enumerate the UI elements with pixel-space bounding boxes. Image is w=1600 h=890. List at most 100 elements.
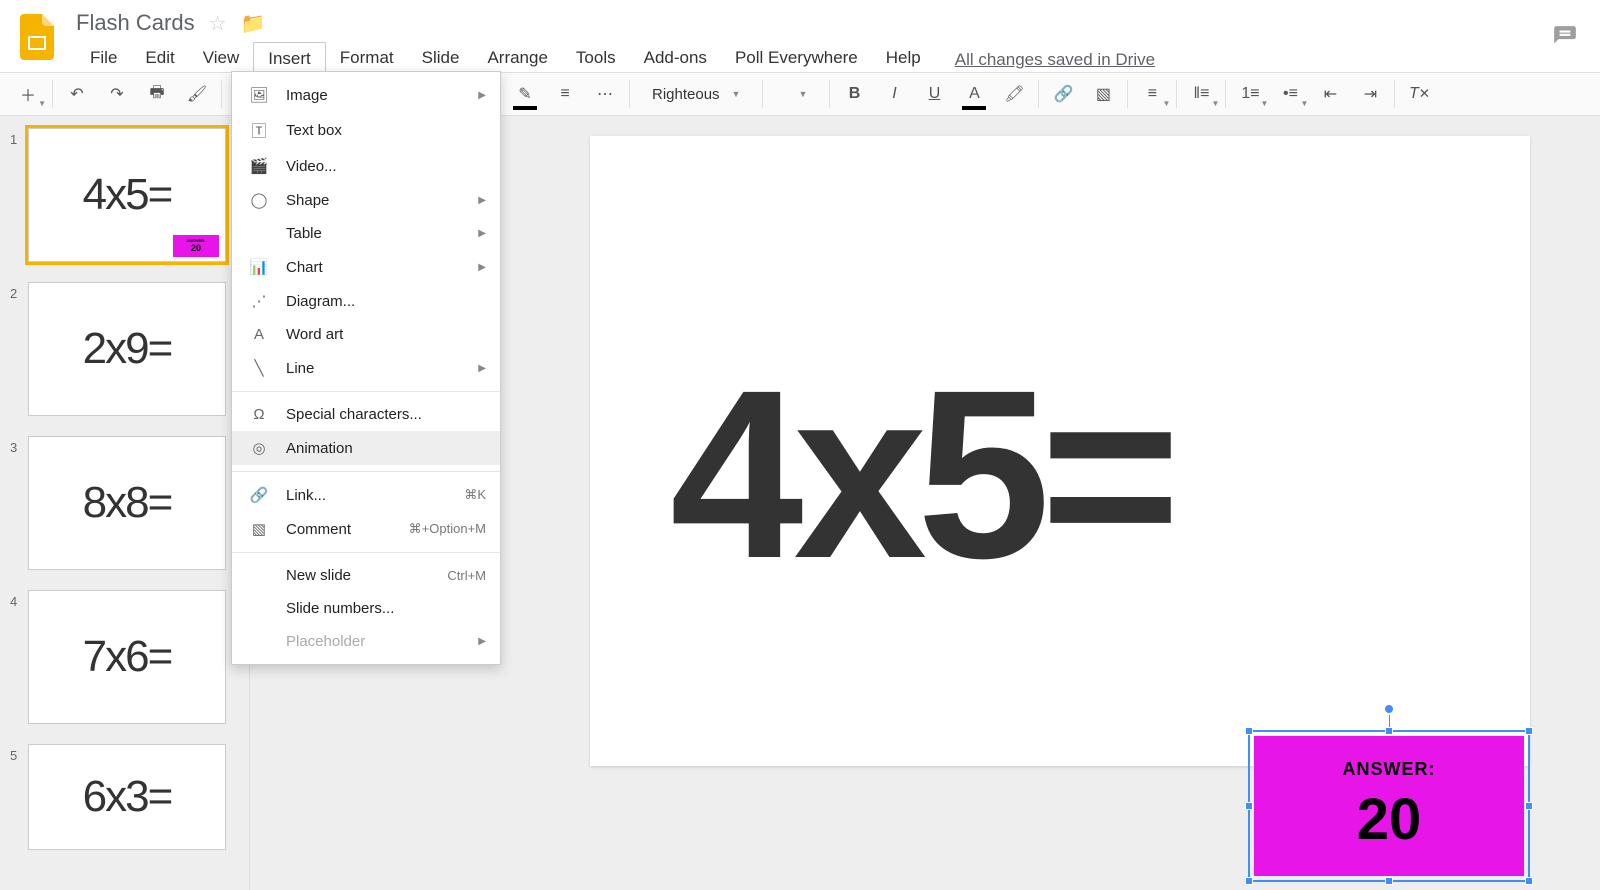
submenu-caret-icon: ▶ [478,228,486,239]
thumb-row[interactable]: 3 8x8= [0,424,249,578]
menu-item-label: Diagram... [286,293,355,310]
video-icon: 🎬 [248,157,270,175]
resize-handle[interactable] [1525,802,1533,810]
align-button[interactable]: ≡ [1132,74,1172,114]
menu-tools[interactable]: Tools [562,42,630,76]
separator [629,80,630,108]
thumb-equation: 2x9= [83,324,172,374]
menu-item-link[interactable]: 🔗Link...⌘K [232,478,500,512]
resize-handle[interactable] [1525,727,1533,735]
save-status[interactable]: All changes saved in Drive [955,50,1155,76]
redo-button[interactable]: ↷ [97,74,137,114]
menu-item-label: Word art [286,326,343,343]
rotate-handle[interactable] [1384,704,1394,714]
menu-separator [232,391,500,392]
menu-item-image[interactable]: 🖼Image▶ [232,78,500,112]
menu-item-text-box[interactable]: 🅃Text box [232,112,500,149]
menu-shortcut: ⌘+Option+M [409,521,486,537]
menu-item-label: Image [286,87,328,104]
menu-item-label: Link... [286,487,326,504]
menu-item-slide-numbers[interactable]: Slide numbers... [232,592,500,625]
undo-button[interactable]: ↶ [57,74,97,114]
italic-button[interactable]: I [874,74,914,114]
outdent-button[interactable]: ⇤ [1310,74,1350,114]
menu-item-chart[interactable]: 📊Chart▶ [232,250,500,284]
menu-item-comment[interactable]: ▧Comment⌘+Option+M [232,512,500,546]
menu-item-animation[interactable]: ◎Animation [232,431,500,465]
border-dash-button[interactable]: ⋯ [585,74,625,114]
menu-polleverywhere[interactable]: Poll Everywhere [721,42,872,76]
thumbnail[interactable]: 4x5= ANSWER:20 [28,128,226,262]
menu-item-new-slide[interactable]: New slideCtrl+M [232,559,500,592]
thumb-number: 1 [10,128,28,147]
text-color-button[interactable]: A [954,74,994,114]
bold-button[interactable]: B [834,74,874,114]
font-size-selector[interactable]: ▼ [767,74,825,114]
border-color-button[interactable]: ✎ [505,74,545,114]
thumbnail[interactable]: 7x6= [28,590,226,724]
thumb-row[interactable]: 2 2x9= [0,270,249,424]
menu-edit[interactable]: Edit [131,42,188,76]
menu-item-word-art[interactable]: A Word art [232,318,500,351]
menu-item-special-characters[interactable]: ΩSpecial characters... [232,398,500,431]
separator [221,80,222,108]
resize-handle[interactable] [1385,727,1393,735]
line-spacing-button[interactable]: ‖≡ [1181,74,1221,114]
underline-button[interactable]: U [914,74,954,114]
main-equation[interactable]: 4x5= [670,336,1490,612]
submenu-caret-icon: ▶ [478,262,486,273]
resize-handle[interactable] [1245,802,1253,810]
resize-handle[interactable] [1245,727,1253,735]
slide[interactable]: 4x5= ANSWER: 20 [590,136,1530,766]
doc-title[interactable]: Flash Cards [76,10,195,36]
bulleted-list-button[interactable]: •≡ [1270,74,1310,114]
menu-item-label: Special characters... [286,406,422,423]
new-slide-button[interactable]: ＋ [8,74,48,114]
menu-item-video[interactable]: 🎬Video... [232,149,500,183]
border-weight-button[interactable]: ≡ [545,74,585,114]
thumb-row[interactable]: 5 6x3= [0,732,249,858]
thumb-number: 4 [10,590,28,609]
thumbnail[interactable]: 8x8= [28,436,226,570]
menu-help[interactable]: Help [872,42,935,76]
font-selector[interactable]: Righteous▼ [634,74,758,114]
folder-icon[interactable]: 📁 [241,11,266,36]
paint-format-button[interactable]: 🖌 [177,74,217,114]
menu-addons[interactable]: Add-ons [630,42,721,76]
insert-comment-button[interactable]: ▧ [1083,74,1123,114]
answer-box[interactable]: ANSWER: 20 [1254,736,1524,876]
numbered-list-button[interactable]: 1≡ [1230,74,1270,114]
wordart-icon: A [248,326,270,343]
menu-file[interactable]: File [76,42,131,76]
app-logo [16,10,58,64]
thumbnail[interactable]: 2x9= [28,282,226,416]
diagram-icon: ⋰ [248,292,270,310]
submenu-caret-icon: ▶ [478,636,486,647]
separator [1225,80,1226,108]
thumb-answer-badge: ANSWER:20 [173,235,219,257]
clear-formatting-button[interactable]: T✕ [1399,74,1439,114]
menu-item-label: Placeholder [286,633,365,650]
print-button[interactable]: 🖶 [137,74,177,114]
thumbnail[interactable]: 6x3= [28,744,226,850]
menu-item-label: New slide [286,567,351,584]
menu-item-label: Chart [286,259,323,276]
comments-icon[interactable] [1552,24,1578,55]
menu-item-table[interactable]: Table▶ [232,217,500,250]
resize-handle[interactable] [1245,877,1253,885]
resize-handle[interactable] [1385,877,1393,885]
indent-button[interactable]: ⇥ [1350,74,1390,114]
menu-item-shape[interactable]: ◯Shape▶ [232,183,500,217]
menu-shortcut: ⌘K [464,487,486,503]
thumb-row[interactable]: 4 7x6= [0,578,249,732]
star-icon[interactable]: ☆ [209,11,227,36]
submenu-caret-icon: ▶ [478,363,486,374]
highlight-button[interactable]: 🖍 [994,74,1034,114]
insert-link-button[interactable]: 🔗 [1043,74,1083,114]
menu-item-diagram[interactable]: ⋰ Diagram... [232,284,500,318]
thumb-number: 2 [10,282,28,301]
resize-handle[interactable] [1525,877,1533,885]
thumb-row[interactable]: 1 4x5= ANSWER:20 [0,116,249,270]
menu-item-line[interactable]: ╲Line▶ [232,351,500,385]
answer-label: ANSWER: [1343,759,1436,780]
